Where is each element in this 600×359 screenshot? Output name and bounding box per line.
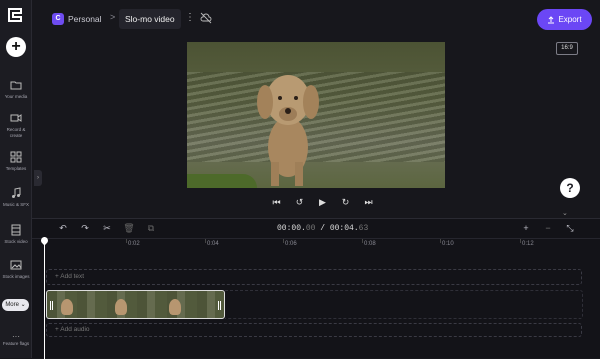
rewind-5-icon[interactable]: ↺ [293,196,306,209]
feature-flags[interactable]: ··· Feature flags [0,332,32,346]
player-controls: ⏮ ↺ ▶ ↻ ⏭ [270,196,375,209]
skip-start-icon[interactable]: ⏮ [270,196,283,209]
sidebar-item-label: Record & create [6,127,26,138]
sidebar-item-label: Templates [5,166,27,171]
folder-icon [10,81,22,90]
timecode-current: 00:00. [277,224,306,233]
timecode: 00:00.00 / 00:04.63 [277,224,368,233]
music-icon [12,187,21,198]
feature-flags-label: Feature flags [2,341,30,346]
zoom-in-icon[interactable]: + [520,223,532,233]
clip-thumbnail [61,299,73,315]
forward-5-icon[interactable]: ↻ [339,196,352,209]
duplicate-icon[interactable]: ⧉ [145,223,157,234]
scissors-icon[interactable]: ✂ [101,223,113,234]
dog-image [257,75,319,186]
sidebar-collapse-button[interactable]: › [34,170,42,186]
timecode-current-ms: 00 [305,224,316,233]
ruler-tick: 0:06 [283,239,297,247]
timeline-ruler[interactable]: 0:02 0:04 0:06 0:08 0:10 0:12 [44,239,600,253]
fit-timeline-icon[interactable]: ⤡ [564,223,576,234]
sidebar-item-record-create[interactable]: Record & create [0,112,32,138]
timeline: ↶ ↷ ✂ 🗑 ⧉ 00:00.00 / 00:04.63 + − ⤡ 0:02… [32,218,600,359]
video-clip[interactable] [46,290,225,319]
more-button[interactable]: More ⌄ [2,299,29,311]
video-preview [187,42,445,188]
ruler-tick: 0:04 [205,239,219,247]
export-label: Export [558,15,582,24]
workspace-name: Personal [68,14,102,24]
text-track[interactable]: + Add text [46,269,582,285]
image-icon [10,260,22,270]
help-button[interactable]: ? [560,178,580,198]
chevron-down-icon[interactable]: ⌄ [562,209,568,217]
workspace-selector[interactable]: C Personal [52,12,102,26]
trim-handle-right[interactable] [218,301,221,310]
video-track-empty [225,290,583,319]
playhead[interactable] [44,237,45,359]
redo-icon[interactable]: ↷ [79,223,91,234]
clip-thumbnail [169,299,181,315]
sidebar-item-stock-images[interactable]: Stock images [0,259,32,280]
project-title[interactable]: Slo-mo video [119,9,181,29]
trim-handle-left[interactable] [50,301,53,310]
play-icon[interactable]: ▶ [316,196,329,209]
ruler-tick: 0:02 [126,239,140,247]
zoom-out-icon[interactable]: − [542,223,554,233]
skip-end-icon[interactable]: ⏭ [362,196,375,209]
ruler-tick: 0:10 [440,239,454,247]
sidebar-item-label: Stock video [4,239,28,244]
timecode-separator: / [315,224,330,233]
breadcrumb-separator: > [110,12,116,22]
add-audio-label: + Add audio [55,326,90,333]
sidebar-item-templates[interactable]: Templates [0,151,32,172]
sidebar-item-label: Your media [4,94,28,99]
audio-track[interactable]: + Add audio [46,323,582,337]
sidebar-item-label: Stock images [2,274,30,279]
workspace-badge: C [52,13,64,25]
clip-thumbnail [115,299,127,315]
add-media-button[interactable]: + [6,37,26,57]
timeline-toolbar: ↶ ↷ ✂ 🗑 ⧉ 00:00.00 / 00:04.63 + − ⤡ [32,219,600,239]
sidebar-item-label: Music & SFX [2,202,29,207]
ruler-tick: 0:12 [520,239,534,247]
ruler-tick: 0:08 [362,239,376,247]
film-icon [11,224,21,236]
templates-icon [10,151,22,163]
export-button[interactable]: Export [537,9,592,30]
camera-icon [10,114,22,122]
top-bar: C Personal > Slo-mo video ⋮ Export [32,0,600,40]
aspect-ratio-button[interactable]: 16:9 [556,42,578,55]
more-label: More [5,302,19,308]
sidebar-item-music-sfx[interactable]: Music & SFX [0,187,32,208]
chevron-down-icon: ⌄ [20,302,26,308]
clipchamp-logo-icon[interactable] [6,6,24,24]
add-text-label: + Add text [55,273,85,280]
cloud-off-icon [200,12,212,24]
more-dots-icon: ··· [12,332,20,341]
sidebar-item-your-media[interactable]: Your media [0,79,32,100]
sidebar-item-stock-video[interactable]: Stock video [0,224,32,245]
upload-icon [548,15,555,23]
timecode-total-ms: 63 [358,224,369,233]
more-options-icon[interactable]: ⋮ [185,12,195,23]
undo-icon[interactable]: ↶ [57,223,69,234]
timecode-total: 00:04. [329,224,359,233]
delete-icon[interactable]: 🗑 [123,223,135,234]
